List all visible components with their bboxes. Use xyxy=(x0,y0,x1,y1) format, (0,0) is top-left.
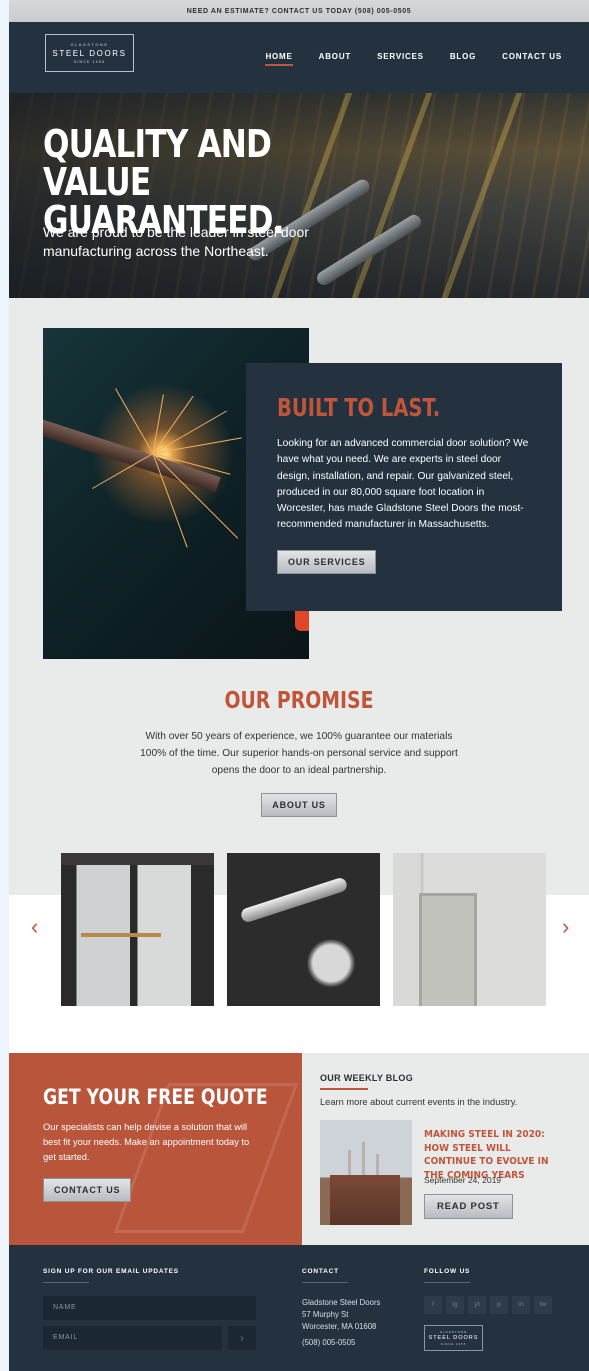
logo-line-2: STEEL DOORS xyxy=(52,49,127,58)
door-lever xyxy=(239,876,349,924)
pinterest-icon[interactable]: p xyxy=(490,1296,508,1314)
nav-blog[interactable]: BLOG xyxy=(450,52,476,61)
footer-logo-line-1: GLADSTONE xyxy=(439,1330,468,1334)
linkedin-icon[interactable]: in xyxy=(512,1296,530,1314)
logo-line-1: GLADSTONE xyxy=(70,42,109,47)
nav-home[interactable]: HOME xyxy=(265,52,293,66)
promise-body: With over 50 years of experience, we 100… xyxy=(140,731,458,776)
site-header: GLADSTONE STEEL DOORS SINCE 1955 HOME AB… xyxy=(9,22,589,93)
blog-post-image[interactable] xyxy=(320,1120,412,1225)
our-promise-section: OUR PROMISE With over 50 years of experi… xyxy=(9,688,589,817)
footer-logo-line-3: SINCE 1955 xyxy=(440,1342,467,1346)
contact-street: 57 Murphy St xyxy=(302,1310,349,1319)
built-title: BUILT TO LAST. xyxy=(277,393,441,422)
blog-post-title[interactable]: MAKING STEEL IN 2020: HOW STEEL WILL CON… xyxy=(424,1128,559,1182)
site-footer: SIGN UP FOR OUR EMAIL UPDATES NAME EMAIL… xyxy=(9,1245,589,1371)
name-field[interactable]: NAME xyxy=(43,1296,256,1320)
estimate-banner-text: NEED AN ESTIMATE? CONTACT US TODAY (508)… xyxy=(186,7,412,15)
carousel-next-icon[interactable]: › xyxy=(562,916,576,938)
blog-heading-rule xyxy=(320,1088,368,1090)
contact-city: Worcester, MA 01608 xyxy=(302,1322,377,1331)
blog-post-date: September 24, 2019 xyxy=(424,1175,502,1185)
estimate-banner[interactable]: NEED AN ESTIMATE? CONTACT US TODAY (508)… xyxy=(9,0,589,22)
twitter-icon[interactable]: tw xyxy=(534,1296,552,1314)
quote-body: Our specialists can help devise a soluti… xyxy=(43,1122,250,1162)
youtube-icon[interactable]: yt xyxy=(468,1296,486,1314)
contact-us-button[interactable]: CONTACT US xyxy=(43,1178,132,1202)
blog-heading: OUR WEEKLY BLOG xyxy=(320,1073,414,1083)
contact-heading: CONTACT xyxy=(302,1268,339,1275)
submit-arrow-icon[interactable]: › xyxy=(228,1326,256,1350)
email-field[interactable]: EMAIL xyxy=(43,1326,222,1350)
follow-rule xyxy=(424,1282,470,1283)
quote-title: GET YOUR FREE QUOTE xyxy=(43,1085,268,1109)
promise-title: OUR PROMISE xyxy=(224,688,374,714)
footer-logo[interactable]: GLADSTONE STEEL DOORS SINCE 1955 xyxy=(424,1325,483,1351)
logo-line-3: SINCE 1955 xyxy=(73,60,106,64)
factory-building xyxy=(330,1175,400,1225)
weekly-blog-panel: OUR WEEKLY BLOG Learn more about current… xyxy=(302,1053,589,1245)
free-quote-panel: GET YOUR FREE QUOTE Our specialists can … xyxy=(9,1053,302,1245)
follow-heading: FOLLOW US xyxy=(424,1268,471,1275)
contact-phone[interactable]: (508) 005-0505 xyxy=(302,1337,355,1350)
about-us-button[interactable]: ABOUT US xyxy=(261,793,337,817)
carousel-prev-icon[interactable]: ‹ xyxy=(31,916,45,938)
our-services-button[interactable]: OUR SERVICES xyxy=(277,549,377,574)
nav-about[interactable]: ABOUT xyxy=(319,52,351,61)
hero-title: QUALITY AND VALUE GUARANTEED. xyxy=(43,122,285,242)
main-nav: HOME ABOUT SERVICES BLOG CONTACT US xyxy=(265,52,562,66)
carousel-image-door-handle[interactable] xyxy=(227,853,380,1006)
read-post-button[interactable]: READ POST xyxy=(424,1194,513,1219)
built-to-last-panel: BUILT TO LAST. Looking for an advanced c… xyxy=(246,363,562,611)
built-body: Looking for an advanced commercial door … xyxy=(277,438,529,531)
hero-subtitle: We are proud to be the leader in steel d… xyxy=(43,224,309,259)
page: NEED AN ESTIMATE? CONTACT US TODAY (508)… xyxy=(9,0,589,1371)
site-logo[interactable]: GLADSTONE STEEL DOORS SINCE 1955 xyxy=(45,34,134,72)
signup-rule xyxy=(43,1282,89,1283)
footer-logo-line-2: STEEL DOORS xyxy=(428,1335,479,1341)
nav-services[interactable]: SERVICES xyxy=(377,52,424,61)
carousel-image-glass-doors[interactable] xyxy=(61,853,214,1006)
metal-rod xyxy=(43,415,221,493)
spark xyxy=(152,453,239,539)
signup-heading: SIGN UP FOR OUR EMAIL UPDATES xyxy=(43,1268,179,1275)
spark xyxy=(152,395,194,454)
contact-rule xyxy=(302,1282,348,1283)
nav-contact-us[interactable]: CONTACT US xyxy=(502,52,562,61)
contact-company: Gladstone Steel Doors xyxy=(302,1298,381,1307)
hero-banner: QUALITY AND VALUE GUARANTEED. We are pro… xyxy=(9,93,589,298)
hero-bg-beam xyxy=(441,93,523,298)
instagram-icon[interactable]: ig xyxy=(446,1296,464,1314)
facebook-icon[interactable]: f xyxy=(424,1296,442,1314)
blog-subtitle: Learn more about current events in the i… xyxy=(320,1097,518,1107)
carousel-image-steel-door[interactable] xyxy=(393,853,546,1006)
